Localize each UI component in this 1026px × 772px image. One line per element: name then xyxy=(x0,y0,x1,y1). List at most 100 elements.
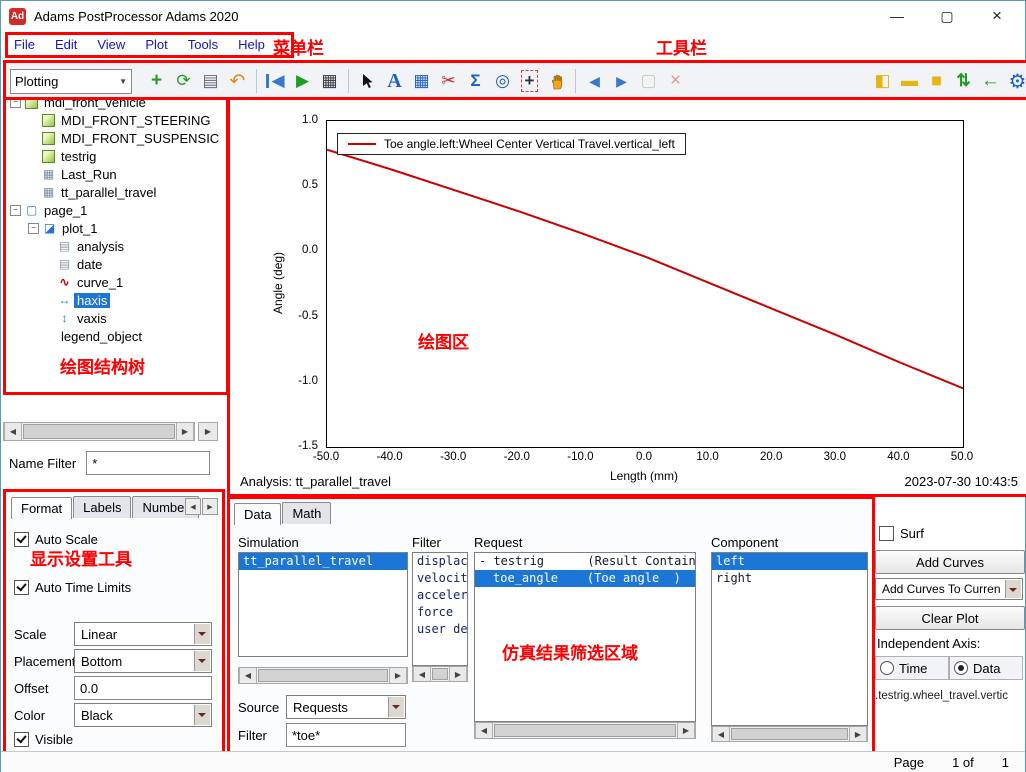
scrollbar-thumb[interactable] xyxy=(731,728,848,740)
maximize-button[interactable]: ▢ xyxy=(937,8,957,25)
list-item-simulation[interactable]: tt_parallel_travel xyxy=(239,553,407,570)
settings-gear-icon[interactable]: ⚙ xyxy=(1005,68,1026,94)
reload-icon[interactable]: ⟳ xyxy=(171,68,196,94)
scroll-right-icon[interactable]: ▶ xyxy=(449,667,467,681)
name-filter-input[interactable] xyxy=(86,451,210,475)
tab-format[interactable]: Format xyxy=(11,497,72,519)
add-curves-mode-dropdown[interactable]: Add Curves To Curren xyxy=(875,578,1023,600)
tab-data[interactable]: Data xyxy=(234,503,281,525)
radio-icon[interactable] xyxy=(954,661,968,675)
mode-select[interactable]: Plotting ▼ xyxy=(10,69,132,94)
list-item-filter[interactable]: velocity xyxy=(413,570,467,587)
list-item-request[interactable]: toe_angle (Toe angle ) xyxy=(475,570,695,587)
plot-frame[interactable] xyxy=(326,120,964,448)
tree-item-page[interactable]: − ▢ page_1 xyxy=(6,201,226,219)
menu-view[interactable]: View xyxy=(97,37,125,52)
list-item-filter[interactable]: accelerat xyxy=(413,587,467,604)
scrollbar-thumb[interactable] xyxy=(23,424,175,439)
scroll-right-icon[interactable]: ▶ xyxy=(389,668,407,683)
delete-page-icon[interactable]: × xyxy=(663,68,688,94)
request-hscrollbar[interactable]: ◀ ▶ xyxy=(474,722,696,739)
tab-scroll-right-icon[interactable]: ▶ xyxy=(202,498,218,515)
component-list[interactable]: left right xyxy=(711,552,868,726)
filter-input[interactable] xyxy=(286,723,406,747)
list-item-component[interactable]: left xyxy=(712,553,867,570)
layout-left-icon[interactable]: ◧ xyxy=(870,68,895,94)
layout-bar-icon[interactable]: ▬ xyxy=(897,68,922,94)
animation-icon[interactable]: ▦ xyxy=(317,68,342,94)
menu-file[interactable]: File xyxy=(14,37,35,52)
scrollbar-thumb[interactable] xyxy=(494,724,676,737)
radio-time[interactable]: Time xyxy=(875,656,949,680)
undo-icon[interactable]: ↶ xyxy=(225,68,250,94)
checkbox-icon[interactable] xyxy=(14,532,29,547)
scroll-right-icon[interactable]: ▶ xyxy=(677,723,695,738)
radio-icon[interactable] xyxy=(880,661,894,675)
simulation-list[interactable]: tt_parallel_travel xyxy=(238,552,408,657)
scroll-right-icon[interactable]: ▶ xyxy=(176,423,194,440)
tree-item-plot[interactable]: − ◪ plot_1 xyxy=(6,219,226,237)
swap-view-icon[interactable]: ⇅ xyxy=(951,68,976,94)
tree-item-date[interactable]: ▤ date xyxy=(6,255,226,273)
tree-item-haxis[interactable]: ↔ haxis xyxy=(6,291,226,309)
menu-edit[interactable]: Edit xyxy=(55,37,77,52)
prev-page-icon[interactable]: ◀ xyxy=(582,68,607,94)
minimize-button[interactable]: — xyxy=(887,8,907,24)
menu-tools[interactable]: Tools xyxy=(188,37,218,52)
tab-scroll-left-icon[interactable]: ◀ xyxy=(185,498,201,515)
scroll-left-icon[interactable]: ◀ xyxy=(475,723,493,738)
auto-time-limits-checkbox[interactable]: Auto Time Limits xyxy=(14,580,131,595)
tree-item-subsystem[interactable]: MDI_FRONT_STEERING xyxy=(6,111,226,129)
scale-dropdown[interactable]: Linear xyxy=(74,622,212,646)
filter-type-list[interactable]: displacem velocity accelerat force user … xyxy=(412,552,468,666)
scrollbar-thumb[interactable] xyxy=(258,669,388,682)
go-first-icon[interactable]: ◀ xyxy=(266,74,284,88)
source-dropdown[interactable]: Requests xyxy=(286,695,406,719)
play-icon[interactable]: ▶ xyxy=(290,68,315,94)
pan-hand-icon[interactable] xyxy=(544,68,569,94)
list-item-filter[interactable]: user defi xyxy=(413,621,467,638)
text-tool-icon[interactable]: A xyxy=(382,68,407,94)
new-page-icon[interactable]: ▢ xyxy=(636,68,661,94)
next-page-icon[interactable]: ▶ xyxy=(609,68,634,94)
clear-plot-button[interactable]: Clear Plot xyxy=(875,606,1025,630)
offset-input[interactable] xyxy=(74,676,212,700)
statistics-icon[interactable]: Σ xyxy=(463,68,488,94)
tree-item-subsystem[interactable]: MDI_FRONT_SUSPENSIC xyxy=(6,129,226,147)
select-cursor-icon[interactable] xyxy=(355,68,380,94)
tree-item-curve[interactable]: ∿ curve_1 xyxy=(6,273,226,291)
checkbox-icon[interactable] xyxy=(879,526,894,541)
add-curves-button[interactable]: Add Curves xyxy=(875,550,1025,574)
simulation-hscrollbar[interactable]: ◀ ▶ xyxy=(238,667,408,684)
menu-help[interactable]: Help xyxy=(238,37,265,52)
list-item-filter[interactable]: force xyxy=(413,604,467,621)
scroll-left-icon[interactable]: ◀ xyxy=(239,668,257,683)
tree-item-analysis[interactable]: ▤ analysis xyxy=(6,237,226,255)
plot-template-icon[interactable]: ▦ xyxy=(409,68,434,94)
tree-item-testrig[interactable]: testrig xyxy=(6,147,226,165)
tab-labels[interactable]: Labels xyxy=(73,496,131,518)
tree-hscrollbar[interactable]: ◀ ▶ xyxy=(3,422,195,441)
list-item-filter[interactable]: displacem xyxy=(413,553,467,570)
filter-hscrollbar[interactable]: ◀ ▶ xyxy=(412,666,468,682)
curve-edit-icon[interactable]: ✂ xyxy=(436,68,461,94)
scrollbar-thumb[interactable] xyxy=(432,668,448,680)
list-item-component[interactable]: right xyxy=(712,570,867,587)
checkbox-icon[interactable] xyxy=(14,732,29,747)
tab-math[interactable]: Math xyxy=(282,502,331,524)
back-icon[interactable]: ← xyxy=(978,68,1003,94)
scroll-left-icon[interactable]: ◀ xyxy=(413,667,431,681)
fit-view-icon[interactable]: + xyxy=(521,70,539,92)
surf-checkbox[interactable]: Surf xyxy=(879,526,924,541)
close-button[interactable]: × xyxy=(987,6,1007,26)
new-plot-icon[interactable]: + xyxy=(144,68,169,94)
pane-scroll-right-icon[interactable]: ▶ xyxy=(198,422,218,441)
scroll-right-icon[interactable]: ▶ xyxy=(849,727,867,741)
radio-data[interactable]: Data xyxy=(949,656,1023,680)
zoom-box-icon[interactable]: ◎ xyxy=(490,68,515,94)
tree-item-simulation[interactable]: ▦ tt_parallel_travel xyxy=(6,183,226,201)
menu-plot[interactable]: Plot xyxy=(145,37,167,52)
tree-item-last-run[interactable]: ▦ Last_Run xyxy=(6,165,226,183)
expander-icon[interactable]: − xyxy=(28,223,39,234)
visible-checkbox[interactable]: Visible xyxy=(14,732,73,747)
